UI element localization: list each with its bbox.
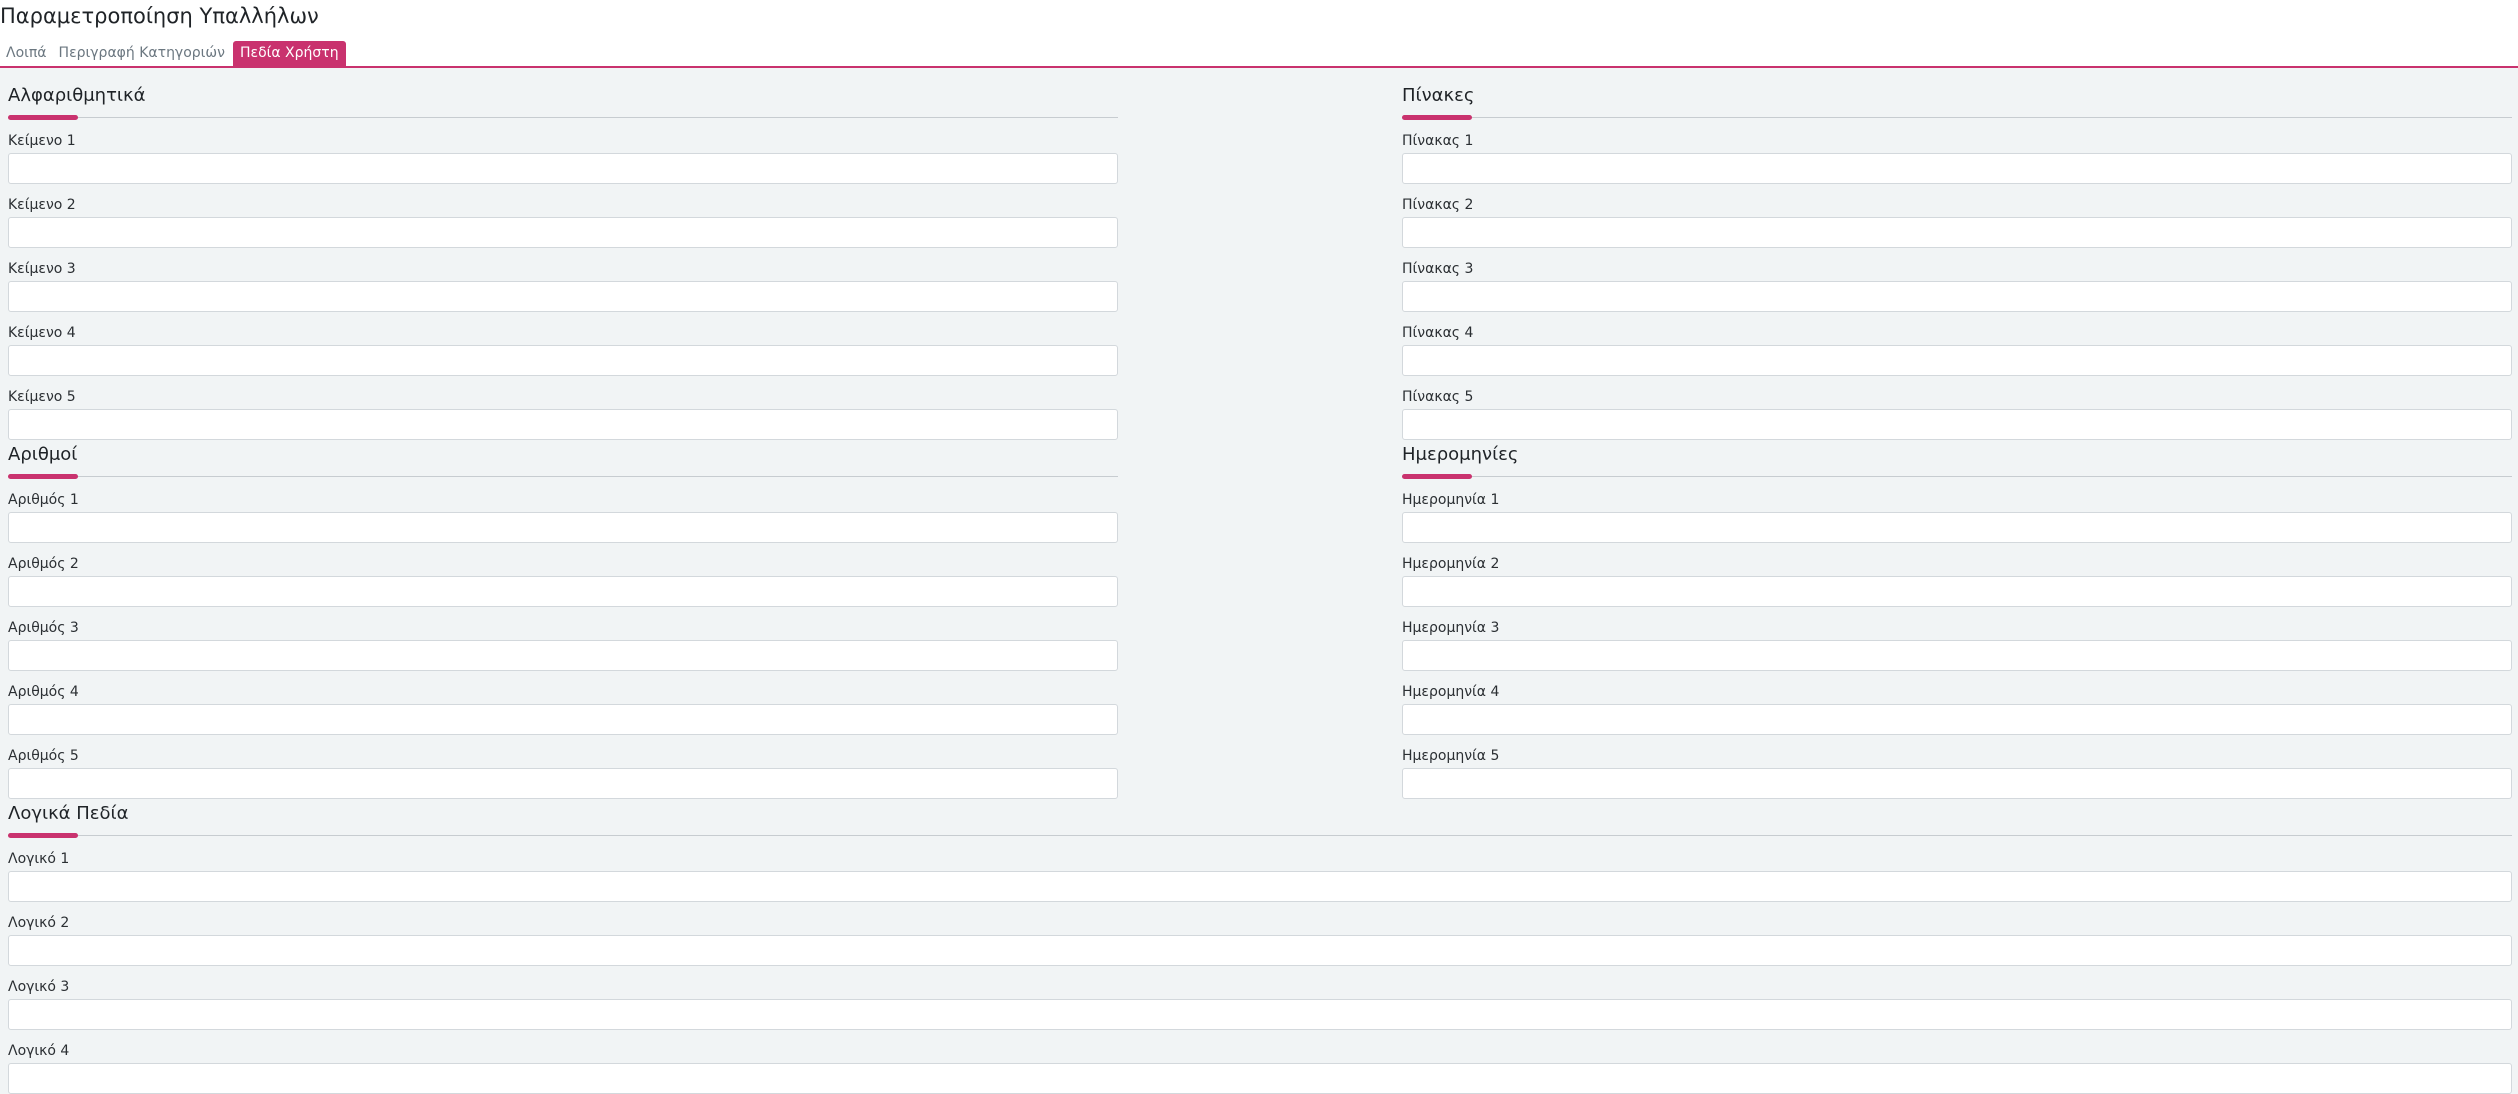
section-title: Αλφαριθμητικά — [8, 85, 146, 106]
field-date-4: Ημερομηνία 4 — [1402, 683, 2512, 735]
field-label: Αριθμός 2 — [8, 556, 79, 572]
field-label: Αριθμός 4 — [8, 684, 79, 700]
page-title: Παραμετροποίηση Υπαλλήλων — [0, 4, 319, 28]
field-number-3: Αριθμός 3 — [8, 619, 1118, 671]
tab-category-descriptions[interactable]: Περιγραφή Κατηγοριών — [53, 41, 231, 66]
field-number-2: Αριθμός 2 — [8, 555, 1118, 607]
section-divider — [1402, 115, 2512, 120]
field-table-4: Πίνακας 4 — [1402, 324, 2512, 376]
number-4-input[interactable] — [8, 704, 1118, 735]
field-number-4: Αριθμός 4 — [8, 683, 1118, 735]
date-5-input[interactable] — [1402, 768, 2512, 799]
section-divider — [8, 115, 1118, 120]
field-table-3: Πίνακας 3 — [1402, 260, 2512, 312]
section-title: Λογικά Πεδία — [8, 803, 129, 824]
field-table-5: Πίνακας 5 — [1402, 388, 2512, 440]
text-4-input[interactable] — [8, 345, 1118, 376]
field-label: Λογικό 1 — [8, 851, 70, 867]
field-number-5: Αριθμός 5 — [8, 747, 1118, 799]
tab-user-fields[interactable]: Πεδία Χρήστη — [232, 41, 346, 66]
field-label: Πίνακας 5 — [1402, 389, 1474, 405]
field-label: Αριθμός 1 — [8, 492, 79, 508]
section-alphanumeric: Αλφαριθμητικά Κείμενο 1 Κείμενο 2 Κείμεν… — [8, 84, 1118, 440]
field-text-3: Κείμενο 3 — [8, 260, 1118, 312]
field-date-1: Ημερομηνία 1 — [1402, 491, 2512, 543]
section-title: Αριθμοί — [8, 444, 78, 465]
section-numbers: Αριθμοί Αριθμός 1 Αριθμός 2 Αριθμός 3 Αρ… — [8, 443, 1118, 799]
date-2-input[interactable] — [1402, 576, 2512, 607]
field-table-1: Πίνακας 1 — [1402, 132, 2512, 184]
logical-1-input[interactable] — [8, 871, 2512, 902]
text-2-input[interactable] — [8, 217, 1118, 248]
date-4-input[interactable] — [1402, 704, 2512, 735]
logical-3-input[interactable] — [8, 999, 2512, 1030]
field-date-3: Ημερομηνία 3 — [1402, 619, 2512, 671]
section-dates: Ημερομηνίες Ημερομηνία 1 Ημερομηνία 2 Ημ… — [1402, 443, 2512, 799]
field-text-5: Κείμενο 5 — [8, 388, 1118, 440]
field-label: Ημερομηνία 4 — [1402, 684, 1500, 700]
section-title: Ημερομηνίες — [1402, 444, 1519, 465]
table-1-input[interactable] — [1402, 153, 2512, 184]
tab-other[interactable]: Λοιπά — [0, 41, 53, 66]
section-tables: Πίνακες Πίνακας 1 Πίνακας 2 Πίνακας 3 Πί… — [1402, 84, 2512, 440]
date-3-input[interactable] — [1402, 640, 2512, 671]
field-label: Κείμενο 1 — [8, 133, 76, 149]
field-logical-4: Λογικό 4 — [8, 1042, 2512, 1094]
table-2-input[interactable] — [1402, 217, 2512, 248]
table-3-input[interactable] — [1402, 281, 2512, 312]
table-4-input[interactable] — [1402, 345, 2512, 376]
field-number-1: Αριθμός 1 — [8, 491, 1118, 543]
field-date-2: Ημερομηνία 2 — [1402, 555, 2512, 607]
text-1-input[interactable] — [8, 153, 1118, 184]
field-label: Κείμενο 3 — [8, 261, 76, 277]
field-label: Πίνακας 1 — [1402, 133, 1474, 149]
date-1-input[interactable] — [1402, 512, 2512, 543]
text-3-input[interactable] — [8, 281, 1118, 312]
logical-4-input[interactable] — [8, 1063, 2512, 1094]
field-text-2: Κείμενο 2 — [8, 196, 1118, 248]
field-logical-3: Λογικό 3 — [8, 978, 2512, 1030]
field-label: Αριθμός 5 — [8, 748, 79, 764]
field-label: Ημερομηνία 5 — [1402, 748, 1500, 764]
number-5-input[interactable] — [8, 768, 1118, 799]
section-title: Πίνακες — [1402, 85, 1475, 106]
field-label: Πίνακας 3 — [1402, 261, 1474, 277]
field-label: Αριθμός 3 — [8, 620, 79, 636]
number-1-input[interactable] — [8, 512, 1118, 543]
field-label: Κείμενο 2 — [8, 197, 76, 213]
field-label: Πίνακας 2 — [1402, 197, 1474, 213]
text-5-input[interactable] — [8, 409, 1118, 440]
section-divider — [8, 474, 1118, 479]
field-label: Λογικό 4 — [8, 1043, 70, 1059]
section-logical: Λογικά Πεδία Λογικό 1 Λογικό 2 Λογικό 3 … — [8, 802, 2512, 1094]
header: Παραμετροποίηση Υπαλλήλων Λοιπά Περιγραφ… — [0, 0, 2518, 68]
section-divider — [8, 833, 2512, 838]
field-label: Ημερομηνία 1 — [1402, 492, 1500, 508]
tab-bar: Λοιπά Περιγραφή Κατηγοριών Πεδία Χρήστη — [0, 41, 346, 66]
field-label: Λογικό 3 — [8, 979, 70, 995]
table-5-input[interactable] — [1402, 409, 2512, 440]
logical-2-input[interactable] — [8, 935, 2512, 966]
field-text-1: Κείμενο 1 — [8, 132, 1118, 184]
field-label: Ημερομηνία 3 — [1402, 620, 1500, 636]
field-label: Κείμενο 4 — [8, 325, 76, 341]
field-logical-1: Λογικό 1 — [8, 850, 2512, 902]
field-table-2: Πίνακας 2 — [1402, 196, 2512, 248]
section-divider — [1402, 474, 2512, 479]
number-2-input[interactable] — [8, 576, 1118, 607]
field-label: Ημερομηνία 2 — [1402, 556, 1500, 572]
field-date-5: Ημερομηνία 5 — [1402, 747, 2512, 799]
field-text-4: Κείμενο 4 — [8, 324, 1118, 376]
field-label: Κείμενο 5 — [8, 389, 76, 405]
field-label: Λογικό 2 — [8, 915, 70, 931]
field-label: Πίνακας 4 — [1402, 325, 1474, 341]
field-logical-2: Λογικό 2 — [8, 914, 2512, 966]
user-fields-panel: Αλφαριθμητικά Κείμενο 1 Κείμενο 2 Κείμεν… — [0, 68, 2518, 1094]
number-3-input[interactable] — [8, 640, 1118, 671]
